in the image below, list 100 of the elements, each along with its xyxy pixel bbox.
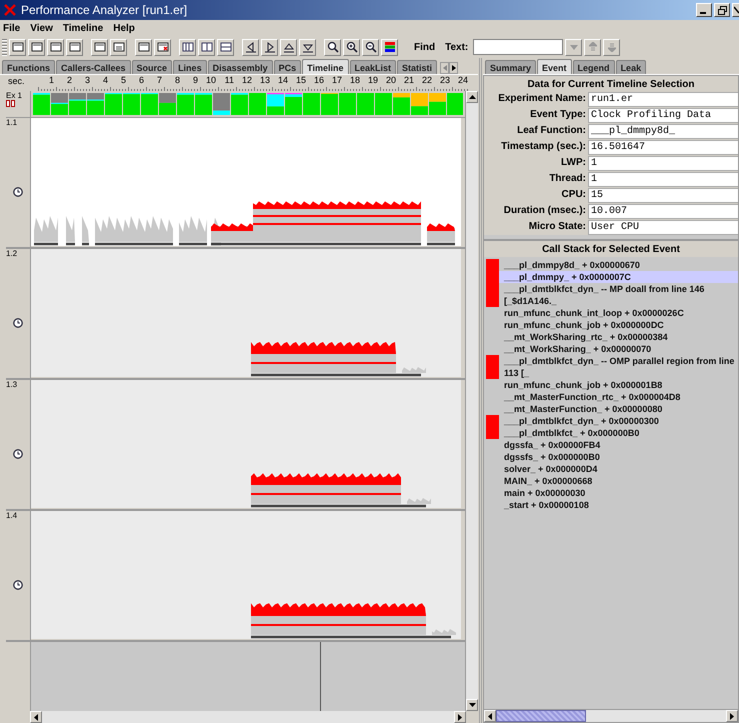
split-columns-button[interactable] (198, 38, 215, 56)
find-up-button[interactable] (584, 38, 602, 56)
step-forward-button[interactable] (261, 38, 278, 56)
find-label: Find (414, 42, 436, 52)
tab[interactable]: Functions (2, 60, 55, 74)
stack-frame[interactable]: run_mfunc_chunk_job + 0x000001B8 (499, 379, 738, 391)
menu-item[interactable]: File (3, 22, 20, 34)
tick-label: 3 (84, 75, 91, 87)
zoom-fit-button[interactable] (324, 38, 341, 56)
thread-timeline-graph[interactable] (31, 249, 461, 377)
dropdown-button[interactable] (565, 38, 582, 56)
stack-frame[interactable]: _start + 0x00000108 (499, 499, 738, 511)
tab[interactable]: Source (132, 60, 172, 74)
scroll-right-button[interactable] (449, 62, 458, 74)
tick-label: 23 (438, 75, 451, 87)
zoom-in-icon (346, 41, 358, 53)
columns-button[interactable] (179, 38, 196, 56)
clock-icon (13, 449, 23, 459)
horizontal-scrollbar[interactable] (484, 709, 738, 722)
tick-label: 20 (384, 75, 397, 87)
tab[interactable]: Event (537, 59, 572, 74)
find-text-field[interactable] (473, 39, 564, 55)
zoom-out-button[interactable] (362, 38, 379, 56)
stack-frame[interactable]: dgssfa_ + 0x00000FB4 (499, 439, 738, 451)
window-title: Performance Analyzer [run1.er] (21, 3, 188, 17)
find-down-button[interactable] (603, 38, 620, 56)
stack-frame[interactable]: ___pl_dmtblkfct_ + 0x000000B0 (499, 427, 738, 439)
stack-frame[interactable]: run_mfunc_chunk_int_loop + 0x0000026C (499, 307, 738, 319)
step-down-button[interactable] (299, 38, 316, 56)
tab[interactable]: Disassembly (208, 60, 273, 74)
stack-frame[interactable]: run_mfunc_chunk_job + 0x000000DC (499, 319, 738, 331)
tab[interactable]: Timeline (302, 59, 348, 74)
minimize-button[interactable] (696, 3, 712, 17)
tick-label: 12 (240, 75, 253, 87)
tab[interactable]: Leak (616, 60, 646, 74)
stack-frame[interactable]: main + 0x00000030 (499, 487, 738, 499)
find-up-icon (588, 42, 597, 52)
zoom-in-button[interactable] (343, 38, 360, 56)
stack-frame[interactable]: __mt_WorkSharing_rtc_ + 0x00000384 (499, 331, 738, 343)
thread-timeline-graph[interactable] (31, 118, 461, 246)
stack-frame[interactable]: __mt_WorkSharing_ + 0x00000070 (499, 343, 738, 355)
close-button[interactable] (732, 3, 739, 17)
stack-frame[interactable]: ___pl_dmmpy_ + 0x0000007C (499, 271, 738, 283)
thread-timeline-graph[interactable] (31, 380, 461, 508)
tab[interactable]: LeakList (350, 60, 396, 74)
tick-label: 14 (276, 75, 289, 87)
scroll-up-button[interactable] (466, 91, 478, 103)
tick-label: 1 (48, 75, 55, 87)
up-arrow-icon (468, 95, 476, 99)
left-arrow-icon (488, 712, 492, 720)
field-label: CPU: (560, 188, 587, 202)
tab[interactable]: PCs (274, 60, 302, 74)
value-field: 10.007 (588, 204, 738, 219)
tick-label: 21 (402, 75, 415, 87)
color-bars-button[interactable] (381, 38, 398, 56)
cpu-time-area (427, 223, 455, 231)
columns-icon (182, 41, 194, 53)
scroll-down-button[interactable] (466, 699, 478, 711)
activity-bar (34, 242, 58, 246)
restore-button[interactable] (714, 3, 730, 17)
menu-item[interactable]: Help (113, 22, 135, 34)
stack-frame[interactable]: ___pl_dmmpy8d_ + 0x00000670 (499, 259, 738, 271)
field-label: Thread: (548, 172, 587, 186)
menu-item[interactable]: Timeline (62, 22, 104, 34)
stack-frame[interactable]: dgssfs_ + 0x000000B0 (499, 451, 738, 463)
tab[interactable]: Legend (572, 60, 615, 74)
tick-label: 7 (156, 75, 163, 87)
left-arrow-icon (442, 65, 447, 71)
value-field: run1.er (588, 92, 738, 107)
vertical-scrollbar[interactable] (465, 91, 478, 711)
right-arrow-icon (458, 714, 462, 720)
tab[interactable]: Lines (173, 60, 207, 74)
step-back-button[interactable] (242, 38, 259, 56)
menu-item[interactable]: View (30, 22, 53, 34)
tab[interactable]: Summary (485, 60, 536, 74)
idle-time-area (66, 216, 75, 242)
tab[interactable]: Callers-Callees (56, 60, 131, 74)
activity-bar (179, 242, 207, 246)
field-label: LWP: (560, 156, 587, 170)
section-title: Call Stack for Selected Event (484, 239, 738, 257)
step-up-button[interactable] (280, 38, 297, 56)
thread-timeline-graph[interactable] (31, 511, 461, 639)
stack-frame[interactable]: MAIN_ + 0x00000668 (499, 475, 738, 487)
stack-frame[interactable]: solver_ + 0x000000D4 (499, 463, 738, 475)
clock-icon (13, 580, 23, 590)
tick-label: 16 (312, 75, 325, 87)
stack-frame[interactable]: __mt_MasterFunction_rtc_ + 0x000004D8 (499, 391, 738, 403)
step-back-icon (244, 41, 256, 53)
tab[interactable]: Statisti (397, 60, 438, 74)
tick-label: 15 (294, 75, 307, 87)
stack-frame[interactable]: __mt_MasterFunction_ + 0x00000080 (499, 403, 738, 415)
tick-label: 6 (138, 75, 145, 87)
scrollbar-thumb[interactable] (496, 710, 586, 722)
cpu-time-area (211, 223, 253, 231)
tick-label: 8 (174, 75, 181, 87)
color-bars-icon (384, 41, 396, 53)
toolbar-grip[interactable] (2, 38, 7, 56)
clock-icon (13, 187, 23, 197)
stack-frame[interactable]: ___pl_dmtblkfct_dyn_ + 0x00000300 (499, 415, 738, 427)
field-label: Leaf Function: (516, 124, 587, 138)
